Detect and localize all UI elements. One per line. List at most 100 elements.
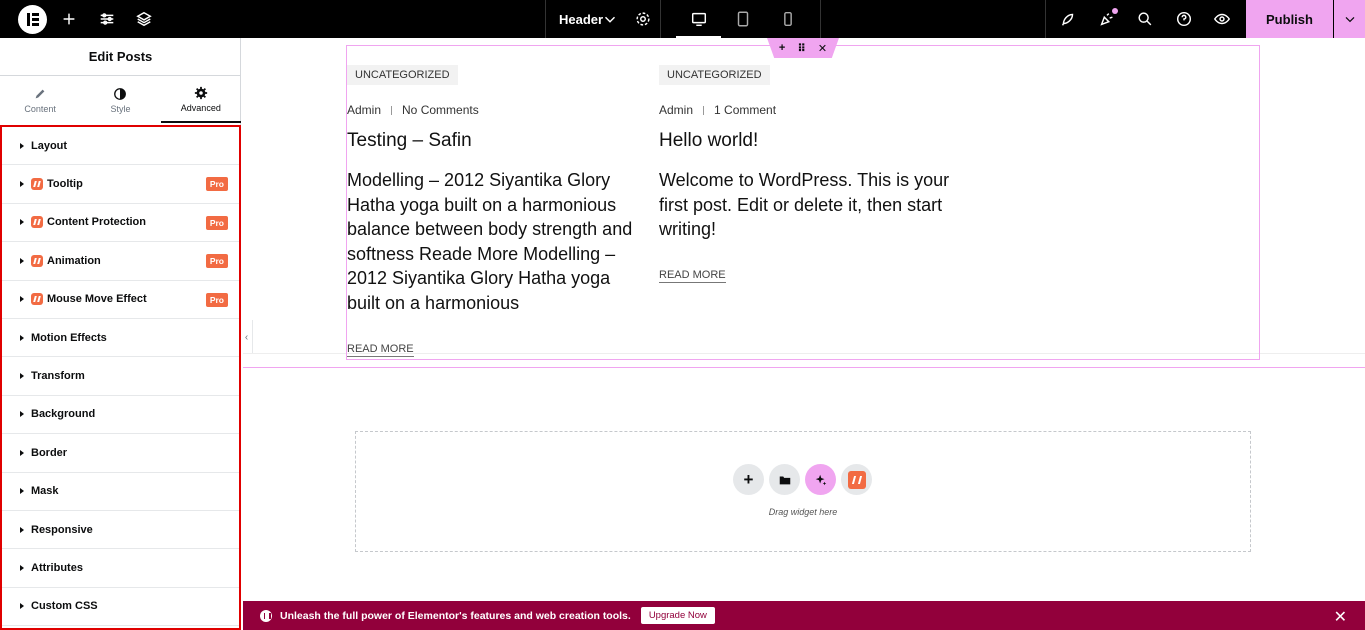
post-comments[interactable]: No Comments	[402, 103, 479, 117]
essential-addons-icon	[31, 178, 43, 191]
section-custom-css[interactable]: Custom CSS	[2, 588, 239, 627]
section-mask[interactable]: Mask	[2, 473, 239, 511]
post-excerpt: Welcome to WordPress. This is your first…	[659, 170, 950, 240]
empty-drop-zone[interactable]	[355, 431, 1251, 552]
rocket-icon[interactable]	[1058, 9, 1078, 29]
panel-title: Edit Posts	[0, 38, 241, 76]
essential-addons-icon	[847, 470, 866, 489]
read-more-link[interactable]: READ MORE	[347, 343, 414, 357]
post-category[interactable]: UNCATEGORIZED	[347, 65, 458, 85]
section-layout[interactable]: Layout	[2, 127, 239, 166]
essential-addons-icon	[31, 293, 43, 306]
tab-advanced[interactable]: Advanced	[160, 77, 241, 123]
caret-right-icon	[20, 564, 24, 571]
section-border[interactable]: Border	[2, 434, 239, 473]
search-icon[interactable]	[1135, 9, 1155, 29]
caret-right-icon	[20, 526, 24, 533]
chevron-down-icon[interactable]	[600, 9, 620, 29]
caret-right-icon	[20, 334, 24, 341]
caret-right-icon	[20, 488, 24, 495]
pro-badge: Pro	[205, 215, 228, 230]
publish-options-button[interactable]	[1334, 0, 1365, 38]
caret-right-icon	[20, 296, 24, 303]
post-meta: Admin 1 Comment	[659, 103, 776, 117]
essential-addons-templates-button[interactable]	[841, 464, 872, 495]
pencil-icon	[35, 89, 45, 98]
section-label: Custom CSS	[31, 600, 98, 613]
post-comments[interactable]: 1 Comment	[714, 103, 776, 117]
ai-button[interactable]	[805, 464, 836, 495]
section-label: Animation	[47, 254, 101, 267]
section-label: Background	[31, 408, 96, 421]
tab-style[interactable]: Style	[80, 77, 160, 123]
preview-eye-icon[interactable]	[1212, 9, 1232, 29]
section-content-protection[interactable]: Content Protection Pro	[2, 204, 239, 243]
section-label: Responsive	[31, 523, 93, 536]
section-label: Transform	[31, 370, 85, 383]
caret-right-icon	[20, 181, 24, 188]
publish-button[interactable]: Publish	[1246, 0, 1333, 38]
upgrade-now-button[interactable]: Upgrade Now	[640, 607, 715, 624]
folder-icon	[779, 476, 790, 484]
tab-advanced-label: Advanced	[180, 102, 221, 113]
tab-content-label: Content	[24, 103, 56, 114]
upgrade-banner: Unleash the full power of Elementor's fe…	[243, 601, 1365, 630]
post-author[interactable]: Admin	[347, 103, 381, 117]
section-tooltip[interactable]: Tooltip Pro	[2, 165, 239, 204]
close-icon[interactable]: ✕	[818, 42, 827, 55]
tab-content[interactable]: Content	[0, 77, 80, 123]
document-name[interactable]: Header	[559, 12, 603, 27]
banner-text: Unleash the full power of Elementor's fe…	[280, 609, 631, 622]
help-icon[interactable]	[1174, 9, 1194, 29]
pro-badge: Pro	[205, 292, 228, 307]
add-section-button[interactable]: +	[733, 464, 764, 495]
section-transform[interactable]: Transform	[2, 357, 239, 396]
collapse-panel-toggle[interactable]: ‹	[241, 320, 253, 354]
posts-widget[interactable]: UNCATEGORIZED Admin No Comments Testing –…	[346, 45, 1260, 360]
close-icon[interactable]: ✕	[1334, 607, 1347, 627]
section-attributes[interactable]: Attributes	[2, 549, 239, 588]
top-bar: Header Publish	[0, 0, 1365, 38]
read-more-link[interactable]: READ MORE	[659, 269, 726, 283]
essential-addons-icon	[31, 216, 43, 229]
drop-zone-label: Drag widget here	[768, 507, 838, 517]
desktop-icon[interactable]	[689, 9, 709, 29]
page-settings-gear-icon[interactable]	[633, 9, 653, 29]
container-handle[interactable]: + ⠿ ✕	[767, 38, 839, 58]
mobile-icon[interactable]	[778, 9, 798, 29]
notification-dot	[1112, 8, 1118, 14]
post-excerpt: Modelling – 2012 Siyantika Glory Hatha y…	[347, 170, 633, 313]
tablet-icon[interactable]	[733, 9, 753, 29]
advanced-sections-list: Layout Tooltip Pro Content Protection Pr…	[0, 125, 241, 630]
pro-badge: Pro	[205, 177, 228, 192]
section-animation[interactable]: Animation Pro	[2, 242, 239, 281]
section-background[interactable]: Background	[2, 396, 239, 435]
section-label: Content Protection	[47, 216, 146, 229]
section-responsive[interactable]: Responsive	[2, 511, 239, 550]
section-motion-effects[interactable]: Motion Effects	[2, 319, 239, 358]
elementor-logo-icon	[260, 609, 272, 622]
caret-right-icon	[20, 257, 24, 264]
caret-right-icon	[20, 449, 24, 456]
post-title[interactable]: Hello world!	[659, 130, 758, 152]
section-mouse-move-effect[interactable]: Mouse Move Effect Pro	[2, 281, 239, 319]
site-settings-icon[interactable]	[97, 9, 117, 29]
caret-right-icon	[20, 373, 24, 380]
section-label: Mask	[31, 485, 59, 498]
post-author[interactable]: Admin	[659, 103, 693, 117]
section-label: Motion Effects	[31, 331, 107, 344]
add-icon[interactable]: +	[779, 42, 785, 54]
section-label: Mouse Move Effect	[47, 293, 147, 306]
add-template-button[interactable]	[769, 464, 800, 495]
editor-panel: Edit Posts Content Style Advanced Layout…	[0, 38, 241, 630]
drag-handle-icon[interactable]: ⠿	[797, 42, 806, 55]
post-title[interactable]: Testing – Safin	[347, 130, 472, 152]
add-element-icon[interactable]	[59, 9, 79, 29]
section-label: Border	[31, 446, 68, 459]
plus-icon: +	[743, 469, 754, 489]
post-category[interactable]: UNCATEGORIZED	[659, 65, 770, 85]
chevron-down-icon	[1345, 16, 1354, 23]
section-label: Layout	[31, 139, 68, 152]
structure-layers-icon[interactable]	[134, 9, 154, 29]
elementor-logo-icon[interactable]	[18, 5, 47, 34]
